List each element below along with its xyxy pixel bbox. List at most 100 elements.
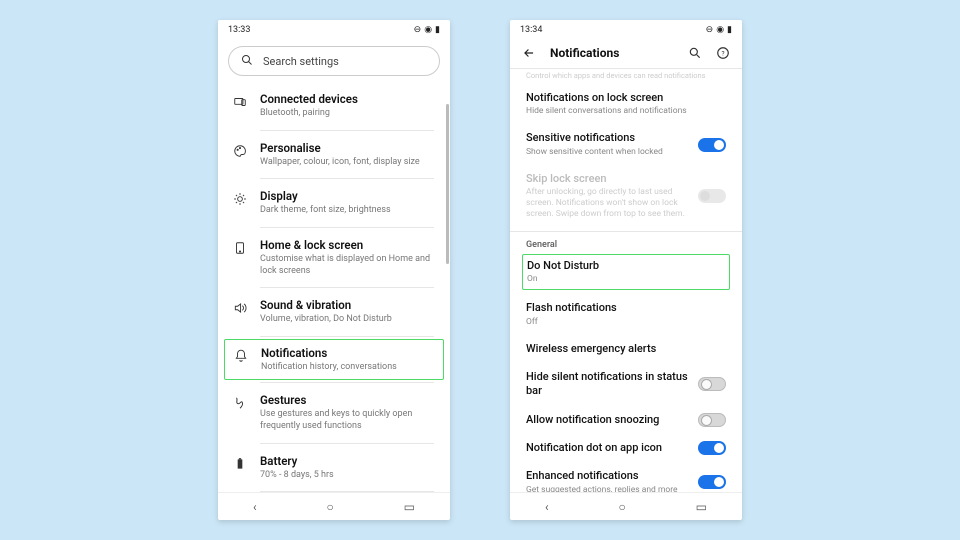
row-flash-notifications[interactable]: Flash notifications Off — [510, 294, 742, 334]
nav-bar: ‹ ○ ▭ — [510, 492, 742, 520]
search-icon — [241, 54, 253, 69]
row-sub: Dark theme, font size, brightness — [260, 205, 434, 217]
search-settings[interactable]: Search settings — [228, 46, 440, 76]
row-title: Gestures — [260, 393, 434, 408]
bell-icon — [233, 348, 249, 364]
toggle-enhanced[interactable] — [698, 475, 726, 489]
svg-text:?: ? — [721, 49, 724, 57]
phone-settings-main: 13:33 ⊖ ◉ ▮ Search settings Connected de… — [218, 20, 450, 520]
row-title: Flash notifications — [526, 301, 726, 315]
row-sensitive-notifications[interactable]: Sensitive notifications Show sensitive c… — [510, 124, 742, 164]
scrollbar-thumb[interactable] — [446, 104, 449, 264]
row-title: Do Not Disturb — [527, 259, 725, 273]
palette-icon — [232, 143, 248, 159]
row-title: Notifications — [261, 346, 433, 361]
row-sub: Wallpaper, colour, icon, font, display s… — [260, 157, 434, 169]
row-do-not-disturb-highlighted[interactable]: Do Not Disturb On — [522, 254, 730, 290]
row-sound[interactable]: Sound & vibration Volume, vibration, Do … — [218, 290, 450, 334]
row-personalise[interactable]: Personalise Wallpaper, colour, icon, fon… — [218, 133, 450, 177]
row-title: Sensitive notifications — [526, 131, 690, 145]
notifications-scroll[interactable]: Control which apps and devices can read … — [510, 69, 742, 492]
row-gestures[interactable]: Gestures Use gestures and keys to quickl… — [218, 385, 450, 440]
search-placeholder: Search settings — [263, 55, 339, 68]
status-icons: ⊖ ◉ ▮ — [414, 25, 440, 35]
brightness-icon — [232, 191, 248, 207]
row-sub: Use gestures and keys to quickly open fr… — [260, 409, 434, 432]
toggle-sensitive[interactable] — [698, 138, 726, 152]
toggle-skip-lock — [698, 189, 726, 203]
row-notification-dot[interactable]: Notification dot on app icon — [510, 434, 742, 462]
nav-back[interactable]: ‹ — [253, 500, 257, 514]
dnd-icon: ⊖ — [414, 25, 422, 35]
wifi-icon: ◉ — [424, 25, 432, 35]
status-bar: 13:33 ⊖ ◉ ▮ — [218, 20, 450, 40]
row-title: Sound & vibration — [260, 298, 434, 313]
row-sub: On — [527, 274, 725, 285]
nav-back[interactable]: ‹ — [545, 500, 549, 514]
page-title: Notifications — [550, 46, 674, 60]
row-hide-silent[interactable]: Hide silent notifications in status bar — [510, 363, 742, 406]
status-time: 13:33 — [228, 25, 250, 35]
divider — [260, 287, 434, 288]
row-sub: Customise what is displayed on Home and … — [260, 254, 434, 277]
dnd-icon: ⊖ — [706, 25, 714, 35]
phone-notifications-settings: 13:34 ⊖ ◉ ▮ Notifications ? Control whic… — [510, 20, 742, 520]
toggle-hide-silent[interactable] — [698, 377, 726, 391]
status-icons: ⊖ ◉ ▮ — [706, 25, 732, 35]
nav-home[interactable]: ○ — [618, 500, 625, 514]
row-sub: Off — [526, 317, 726, 328]
row-sub: After unlocking, go directly to last use… — [526, 187, 690, 220]
row-display[interactable]: Display Dark theme, font size, brightnes… — [218, 181, 450, 225]
row-allow-snoozing[interactable]: Allow notification snoozing — [510, 406, 742, 434]
divider — [260, 178, 434, 179]
row-sub: Get suggested actions, replies and more — [526, 485, 690, 492]
divider — [260, 491, 434, 492]
row-home-lock[interactable]: Home & lock screen Customise what is dis… — [218, 230, 450, 285]
row-battery[interactable]: Battery 70% - 8 days, 5 hrs — [218, 446, 450, 490]
row-title: Notifications on lock screen — [526, 91, 726, 105]
toggle-snoozing[interactable] — [698, 413, 726, 427]
row-title: Wireless emergency alerts — [526, 342, 726, 356]
row-title: Display — [260, 189, 434, 204]
nav-bar: ‹ ○ ▭ — [218, 492, 450, 520]
row-title: Home & lock screen — [260, 238, 434, 253]
search-icon[interactable] — [688, 46, 702, 60]
row-title: Skip lock screen — [526, 172, 690, 186]
nav-home[interactable]: ○ — [326, 500, 333, 514]
divider — [260, 227, 434, 228]
nav-recents[interactable]: ▭ — [404, 500, 415, 514]
row-title: Enhanced notifications — [526, 469, 690, 483]
row-sub: Show sensitive content when locked — [526, 147, 690, 158]
settings-list: Connected devices Bluetooth, pairing Per… — [218, 84, 450, 492]
row-wireless-emergency[interactable]: Wireless emergency alerts — [510, 335, 742, 363]
row-notifications-lock-screen[interactable]: Notifications on lock screen Hide silent… — [510, 84, 742, 124]
row-sub: Bluetooth, pairing — [260, 108, 434, 120]
row-skip-lock-screen: Skip lock screen After unlocking, go dir… — [510, 165, 742, 227]
volume-icon — [232, 300, 248, 316]
devices-icon — [232, 94, 248, 110]
status-bar: 13:34 ⊖ ◉ ▮ — [510, 20, 742, 40]
toggle-dot[interactable] — [698, 441, 726, 455]
help-icon[interactable]: ? — [716, 46, 730, 60]
row-sub: Volume, vibration, Do Not Disturb — [260, 314, 434, 326]
row-title: Connected devices — [260, 92, 434, 107]
wifi-icon: ◉ — [716, 25, 724, 35]
row-connected-devices[interactable]: Connected devices Bluetooth, pairing — [218, 84, 450, 128]
row-enhanced-notifications[interactable]: Enhanced notifications Get suggested act… — [510, 462, 742, 492]
row-sub: Notification history, conversations — [261, 362, 433, 374]
row-title: Battery — [260, 454, 434, 469]
settings-scroll[interactable]: Search settings Connected devices Blueto… — [218, 40, 450, 492]
battery-icon: ▮ — [727, 25, 732, 35]
nav-recents[interactable]: ▭ — [696, 500, 707, 514]
divider — [260, 382, 434, 383]
row-notifications-highlighted[interactable]: Notifications Notification history, conv… — [224, 339, 444, 381]
divider — [260, 443, 434, 444]
row-title: Notification dot on app icon — [526, 441, 690, 455]
home-lock-icon — [232, 240, 248, 256]
row-title: Personalise — [260, 141, 434, 156]
page-header: Notifications ? — [510, 40, 742, 68]
back-arrow-icon[interactable] — [522, 46, 536, 60]
row-sub: Hide silent conversations and notificati… — [526, 106, 726, 117]
section-general-label: General — [510, 231, 742, 254]
divider — [260, 130, 434, 131]
